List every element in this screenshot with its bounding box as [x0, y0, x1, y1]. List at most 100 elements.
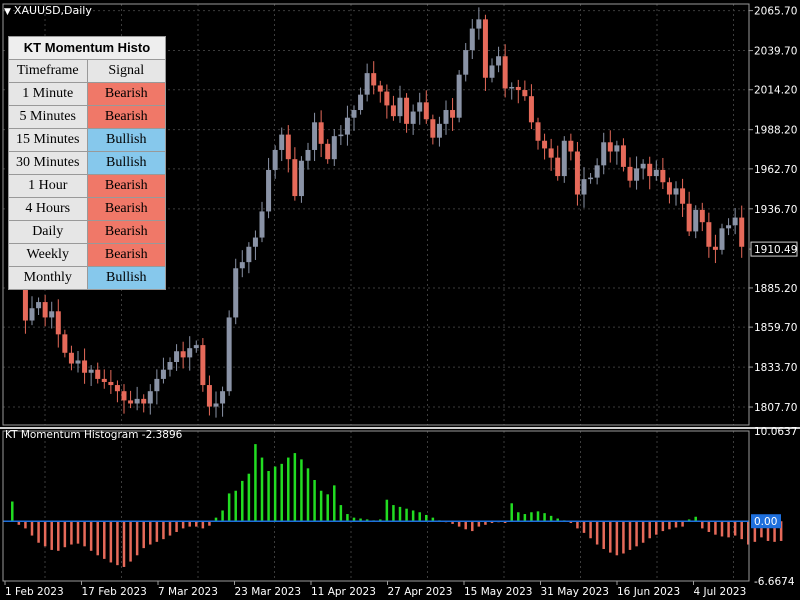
- histogram-bar-negative[interactable]: [109, 521, 113, 563]
- bullish-candle[interactable]: [233, 258, 239, 325]
- histogram-bar-negative[interactable]: [720, 521, 724, 537]
- histogram-bar-negative[interactable]: [595, 521, 599, 545]
- histogram-bar-positive[interactable]: [523, 514, 527, 522]
- histogram-bar-positive[interactable]: [549, 515, 553, 522]
- histogram-bar-negative[interactable]: [43, 521, 47, 547]
- histogram-bar-positive[interactable]: [11, 501, 14, 522]
- histogram-bar-negative[interactable]: [96, 521, 99, 556]
- histogram-bar-positive[interactable]: [398, 506, 402, 522]
- histogram-bar-positive[interactable]: [411, 510, 415, 522]
- histogram-bar-positive[interactable]: [510, 503, 513, 522]
- histogram-bar-negative[interactable]: [142, 521, 145, 549]
- histogram-bar-negative[interactable]: [714, 521, 717, 535]
- histogram-bar-negative[interactable]: [116, 521, 119, 566]
- histogram-bar-negative[interactable]: [655, 521, 658, 535]
- histogram-bar-negative[interactable]: [181, 521, 185, 529]
- histogram-bar-negative[interactable]: [609, 521, 612, 553]
- histogram-bar-negative[interactable]: [24, 521, 27, 529]
- histogram-bar-negative[interactable]: [582, 521, 586, 533]
- histogram-bar-negative[interactable]: [471, 521, 474, 532]
- histogram-bar-positive[interactable]: [267, 471, 270, 522]
- histogram-bar-negative[interactable]: [135, 521, 139, 556]
- histogram-bar-negative[interactable]: [602, 521, 605, 550]
- histogram-bar-negative[interactable]: [648, 521, 651, 539]
- histogram-bar-positive[interactable]: [405, 508, 408, 522]
- histogram-bar-negative[interactable]: [464, 521, 467, 530]
- histogram-bar-positive[interactable]: [530, 512, 533, 522]
- histogram-bar-negative[interactable]: [70, 521, 73, 545]
- histogram-bar-negative[interactable]: [162, 521, 165, 540]
- histogram-bar-positive[interactable]: [333, 485, 336, 522]
- histogram-bar-positive[interactable]: [287, 457, 290, 522]
- histogram-bar-positive[interactable]: [227, 493, 231, 522]
- histogram-bar-negative[interactable]: [635, 521, 638, 547]
- histogram-bar-positive[interactable]: [536, 511, 540, 522]
- histogram-bar-negative[interactable]: [155, 521, 159, 542]
- histogram-bar-negative[interactable]: [727, 521, 730, 538]
- histogram-bar-negative[interactable]: [201, 521, 205, 529]
- histogram-bar-positive[interactable]: [280, 463, 283, 522]
- histogram-bar-negative[interactable]: [50, 521, 53, 550]
- histogram-bar-negative[interactable]: [63, 521, 67, 548]
- histogram-bar-positive[interactable]: [221, 510, 224, 522]
- histogram-bar-negative[interactable]: [103, 521, 106, 559]
- histogram-bar-negative[interactable]: [641, 521, 645, 543]
- histogram-bar-negative[interactable]: [122, 521, 126, 567]
- histogram-bar-negative[interactable]: [681, 521, 684, 527]
- histogram-bar-negative[interactable]: [89, 521, 93, 551]
- histogram-bar-positive[interactable]: [543, 513, 546, 522]
- histogram-bar-positive[interactable]: [234, 490, 237, 522]
- histogram-bar-negative[interactable]: [733, 521, 737, 536]
- histogram-bar-negative[interactable]: [457, 521, 461, 527]
- histogram-bar-negative[interactable]: [477, 521, 481, 527]
- histogram-bar-positive[interactable]: [339, 505, 343, 522]
- histogram-bar-positive[interactable]: [319, 490, 323, 522]
- bearish-candle[interactable]: [200, 338, 206, 392]
- histogram-bar-positive[interactable]: [385, 499, 389, 522]
- histogram-bar-negative[interactable]: [57, 521, 60, 551]
- histogram-bar-negative[interactable]: [701, 521, 704, 529]
- histogram-bar-negative[interactable]: [674, 521, 678, 528]
- histogram-bar-positive[interactable]: [300, 459, 303, 522]
- histogram-bar-negative[interactable]: [168, 521, 172, 536]
- histogram-bar-positive[interactable]: [418, 512, 421, 522]
- histogram-bar-positive[interactable]: [326, 494, 329, 522]
- histogram-bar-positive[interactable]: [293, 453, 297, 522]
- bullish-candle[interactable]: [719, 223, 725, 255]
- histogram-bar-positive[interactable]: [241, 480, 244, 522]
- histogram-bar-negative[interactable]: [576, 521, 579, 529]
- bullish-candle[interactable]: [226, 310, 232, 396]
- histogram-bar-positive[interactable]: [392, 505, 395, 522]
- histogram-bar-negative[interactable]: [668, 521, 671, 530]
- histogram-bar-negative[interactable]: [707, 521, 711, 532]
- histogram-bar-positive[interactable]: [346, 514, 349, 522]
- histogram-bar-positive[interactable]: [517, 512, 520, 522]
- triangle-down-icon[interactable]: ▼: [4, 7, 11, 17]
- bullish-candle[interactable]: [298, 156, 304, 203]
- histogram-bar-negative[interactable]: [37, 521, 40, 543]
- histogram-bar-positive[interactable]: [254, 444, 257, 522]
- histogram-bar-negative[interactable]: [195, 521, 198, 527]
- histogram-bar-negative[interactable]: [30, 521, 34, 536]
- histogram-bar-negative[interactable]: [83, 521, 86, 547]
- histogram-bar-negative[interactable]: [622, 521, 625, 554]
- histogram-bar-negative[interactable]: [740, 521, 743, 540]
- histogram-bar-positive[interactable]: [425, 514, 428, 522]
- histogram-bar-positive[interactable]: [306, 468, 310, 522]
- histogram-bar-negative[interactable]: [76, 521, 80, 544]
- bullish-candle[interactable]: [456, 70, 462, 123]
- histogram-bar-negative[interactable]: [589, 521, 592, 539]
- histogram-bar-positive[interactable]: [273, 466, 277, 522]
- histogram-bar-negative[interactable]: [129, 521, 132, 562]
- histogram-bar-positive[interactable]: [313, 479, 316, 522]
- bullish-candle[interactable]: [561, 136, 567, 183]
- histogram-bar-negative[interactable]: [628, 521, 632, 550]
- symbol-title[interactable]: ▼ XAUUSD,Daily: [4, 4, 92, 17]
- histogram-bar-negative[interactable]: [149, 521, 152, 545]
- histogram-bar-negative[interactable]: [175, 521, 178, 532]
- histogram-bar-positive[interactable]: [247, 473, 251, 522]
- histogram-bar-negative[interactable]: [615, 521, 619, 556]
- histogram-bar-negative[interactable]: [188, 521, 191, 527]
- histogram-bar-positive[interactable]: [260, 457, 264, 522]
- histogram-bar-negative[interactable]: [661, 521, 665, 532]
